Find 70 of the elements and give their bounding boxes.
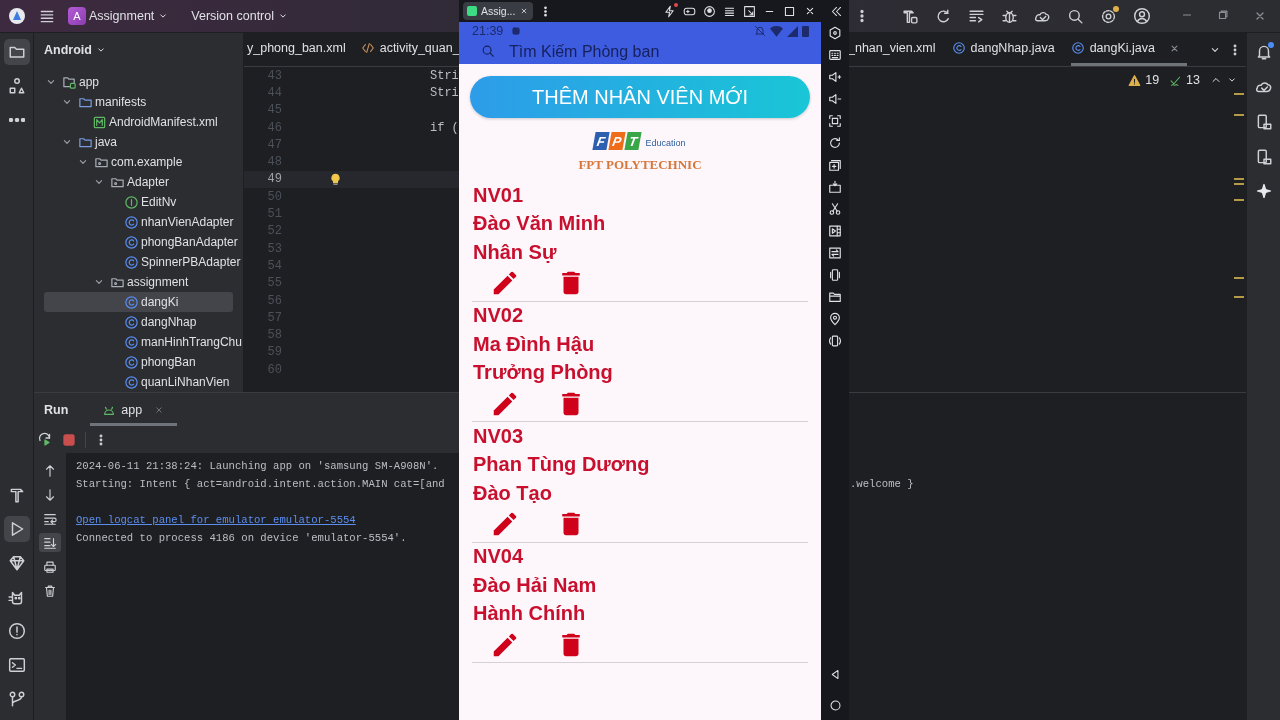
tree-item[interactable]: EditNv [44, 192, 233, 212]
tree-item[interactable]: dangNhap [44, 312, 233, 332]
console-line: 2024-06-11 21:38:24: Launching app on 'samsung SM-A908N'. [76, 460, 439, 472]
console-line: Connected to process 4186 on device 'emulator-5554'. [76, 532, 407, 544]
editor-tab[interactable]: dangKi.java [1070, 33, 1187, 66]
employee-id: NV01 [473, 182, 525, 208]
tree-item[interactable]: com.example [44, 152, 233, 172]
employee-department: Trưởng Phòng [473, 360, 614, 386]
tree-item[interactable]: dangKi [44, 292, 233, 312]
emulator-tab[interactable]: Assig... [463, 2, 534, 20]
editor-tab[interactable]: dangNhap.java [951, 33, 1061, 66]
console-line: .welcome } [850, 478, 914, 490]
tree-label: assignment [127, 275, 189, 289]
employee-id: NV03 [473, 423, 525, 449]
tree-item[interactable]: phongBan [44, 352, 233, 372]
code-text: if ( [429, 120, 459, 135]
warning-count[interactable]: 19 [1145, 73, 1160, 87]
project-selector[interactable]: A Assignment [68, 7, 170, 25]
line-number: 49 [266, 172, 282, 187]
tree-item[interactable]: SpinnerPBAdapter [44, 252, 241, 272]
project-badge: A [68, 7, 86, 25]
code-text: Stri [429, 85, 459, 100]
employee-name: Đào Hải Nam [473, 572, 598, 598]
tree-label: phongBan [141, 355, 196, 369]
tree-label: manifests [95, 95, 147, 109]
employee-department: Hành Chính [473, 601, 587, 627]
tree-label: nhanVienAdapter [141, 215, 234, 229]
employee-id: NV02 [473, 303, 525, 329]
tree-label: quanLiNhanVien [141, 375, 230, 389]
view-selector[interactable]: Android [44, 43, 107, 57]
employee-department: Đào Tạo [473, 480, 553, 506]
brand-name: FPT POLYTECHNIC [578, 157, 702, 173]
tree-item[interactable]: AndroidManifest.xml [44, 112, 233, 132]
tree-item[interactable]: app [44, 72, 233, 92]
employee-name: Đào Văn Minh [473, 211, 607, 237]
tree-item[interactable]: java [44, 132, 233, 152]
tree-label: dangNhap [141, 315, 197, 329]
tree-label: phongBanAdapter [141, 235, 238, 249]
editor-tab[interactable]: y_phong_ban.xml [244, 33, 358, 66]
tree-item[interactable]: Adapter [44, 172, 233, 192]
tree-label: SpinnerPBAdapter [141, 255, 241, 269]
employee-department: Nhân Sự [473, 239, 558, 265]
tree-item[interactable]: nhanVienAdapter [44, 212, 234, 232]
tree-label: EditNv [141, 195, 177, 209]
editor-tab[interactable]: _nhan_vien.xml [848, 33, 942, 66]
search-field[interactable]: Tìm Kiếm Phòng ban [459, 40, 821, 64]
console-line: Starting: Intent { act=android.intent.action.MAIN cat=[and [76, 478, 445, 490]
tree-label: dangKi [141, 295, 179, 309]
tree-label: AndroidManifest.xml [109, 115, 218, 129]
tree-label: app [79, 75, 100, 89]
tree-label: com.example [111, 155, 183, 169]
editor-tab[interactable]: activity_quan_ [357, 33, 459, 66]
fpt-logo: F P T Education [594, 132, 686, 150]
vcs-menu[interactable]: Version control [191, 9, 289, 23]
tree-label: java [95, 135, 117, 149]
employee-name: Ma Đình Hậu [473, 331, 596, 357]
tree-item[interactable]: manifests [44, 92, 233, 112]
tree-item[interactable]: manHinhTrangChu [44, 332, 242, 352]
tree-item[interactable]: quanLiNhanVien [44, 372, 233, 392]
logcat-link[interactable]: Open logcat panel for emulator emulator-5554 [76, 514, 356, 526]
employee-id: NV04 [473, 544, 525, 570]
panel-title: Run [44, 402, 69, 417]
weak-warning-count[interactable]: 13 [1186, 73, 1200, 87]
tree-label: Adapter [127, 175, 170, 189]
employee-name: Phan Tùng Dương [473, 452, 651, 478]
tree-item[interactable]: assignment [44, 272, 233, 292]
status-time: 21:39 [472, 24, 504, 38]
tree-label: manHinhTrangChu [141, 335, 242, 349]
code-text: Stri [429, 68, 459, 83]
tree-item[interactable]: phongBanAdapter [44, 232, 238, 252]
